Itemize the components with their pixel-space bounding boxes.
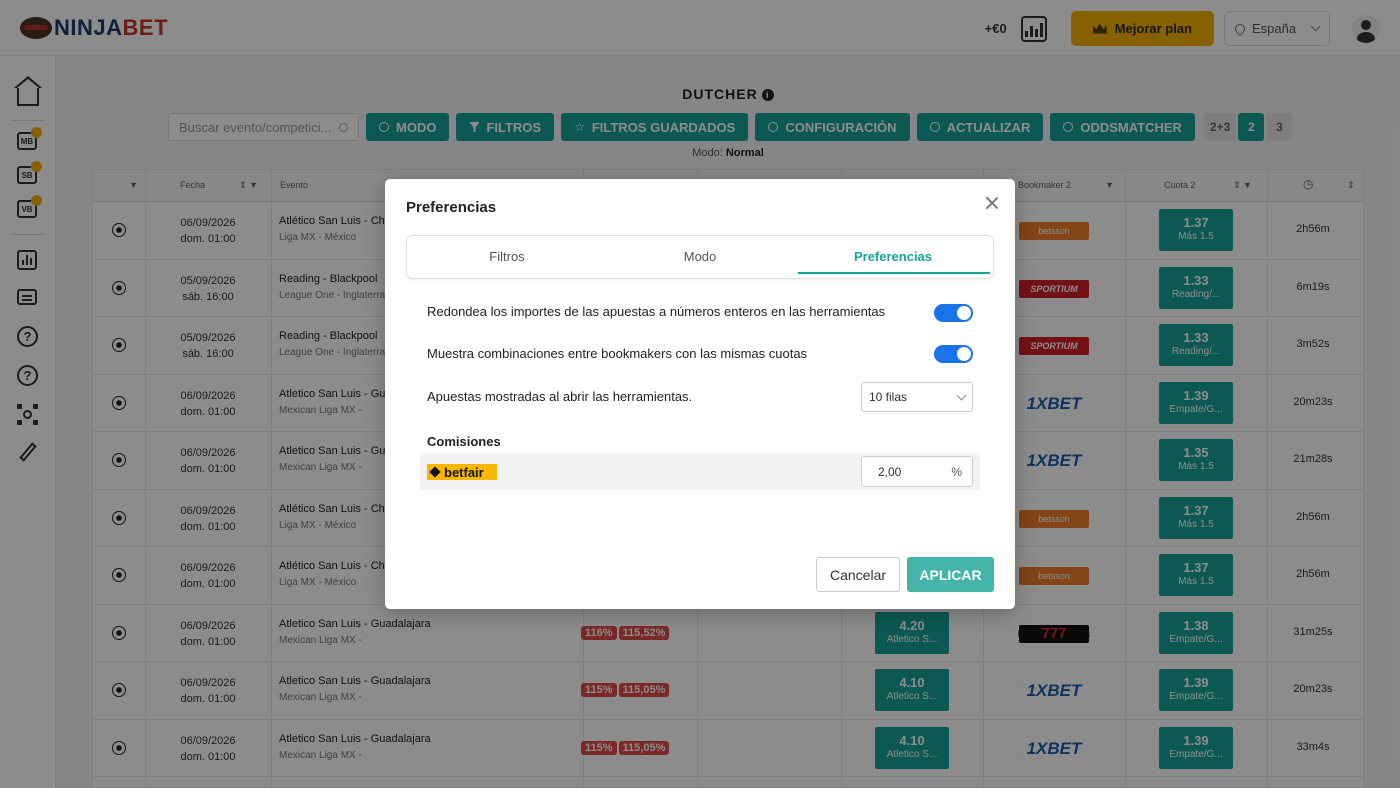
tab-modo[interactable]: Modo [604, 249, 796, 264]
close-icon[interactable] [984, 195, 1000, 211]
rows-shown-select[interactable]: 10 filas [861, 382, 973, 412]
round-amounts-toggle[interactable] [934, 304, 973, 322]
chevron-down-icon [956, 390, 967, 401]
commissions-title: Comisiones [427, 434, 501, 449]
pref-combos-label: Muestra combinaciones entre bookmakers c… [427, 346, 808, 361]
preferences-modal: Preferencias Filtros Modo Preferencias R… [385, 179, 1015, 609]
modal-title: Preferencias [406, 199, 497, 216]
modal-tabs: Filtros Modo Preferencias [406, 235, 994, 279]
betfair-logo: betfair [427, 464, 497, 480]
betfair-commission-input[interactable]: 2,00% [861, 456, 973, 487]
apply-button[interactable]: APLICAR [907, 557, 994, 592]
pref-rows-label: Apuestas mostradas al abrir las herramie… [427, 389, 693, 404]
active-tab-indicator [798, 272, 990, 274]
betfair-mark-icon [429, 466, 441, 478]
same-odds-combos-toggle[interactable] [934, 345, 973, 363]
pref-round-label: Redondea los importes de las apuestas a … [427, 304, 886, 319]
commission-row-betfair: betfair 2,00% [420, 453, 980, 490]
tab-filtros[interactable]: Filtros [411, 249, 603, 264]
cancel-button[interactable]: Cancelar [816, 557, 900, 592]
tab-preferencias[interactable]: Preferencias [797, 249, 989, 264]
